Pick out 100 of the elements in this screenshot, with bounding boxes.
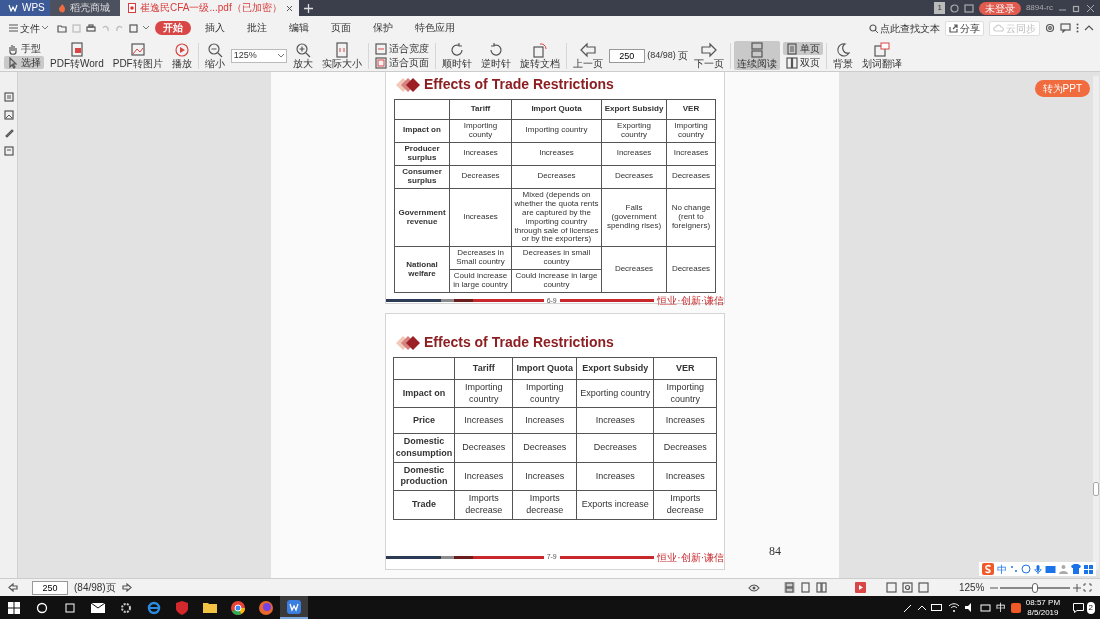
pdf-file-icon	[128, 3, 136, 13]
battery-icon[interactable]	[930, 604, 943, 611]
wifi-icon[interactable]	[947, 603, 960, 612]
two-pages-icon[interactable]	[815, 582, 827, 593]
page-number-field[interactable]: 250	[32, 580, 68, 595]
collapse-icon[interactable]	[1084, 25, 1094, 31]
task-view-icon[interactable]	[64, 601, 76, 614]
document-tab[interactable]: 稻壳商城	[50, 0, 120, 16]
table-cell: Importing country	[653, 379, 717, 408]
login-button[interactable]: 未登录	[978, 1, 1021, 15]
table-cell: Decreases	[576, 433, 654, 463]
toolbar-button[interactable]: 划词翻译	[859, 40, 906, 71]
toolbar-button[interactable]: PDF转Word	[47, 40, 107, 71]
firefox-browser-icon[interactable]	[259, 600, 273, 615]
table-cell: Importing country	[512, 379, 577, 408]
toolbar-button[interactable]: 缩小	[201, 40, 228, 71]
zoom-in-icon[interactable]	[1072, 583, 1081, 592]
eye-icon[interactable]	[747, 583, 760, 592]
file-menu[interactable]: 文件	[6, 21, 51, 35]
actual-size-icon[interactable]	[917, 582, 929, 593]
play-icon[interactable]	[854, 582, 866, 593]
toolbar-button[interactable]: 下一页	[691, 40, 728, 71]
close-icon[interactable]	[1086, 3, 1095, 13]
search-text-button[interactable]: 点此查找文本	[868, 20, 940, 36]
toolbar-button[interactable]: 上一页	[569, 40, 606, 71]
share-button[interactable]: 分享	[945, 20, 984, 36]
caret-icon[interactable]	[143, 26, 149, 30]
fullscreen-icon[interactable]	[1083, 583, 1092, 592]
search-icon[interactable]	[36, 601, 48, 614]
toolbar-button[interactable]: 旋转文档	[516, 40, 563, 71]
toolbar-button[interactable]: 单页	[783, 42, 824, 55]
next-page-icon[interactable]	[121, 583, 132, 592]
toolbar-button[interactable]: 双页	[783, 56, 824, 69]
ribbon-tab[interactable]: 保护	[365, 21, 401, 35]
zoom-select[interactable]: 125%	[230, 48, 287, 63]
print-icon[interactable]	[86, 23, 96, 33]
settings-icon[interactable]	[1045, 23, 1055, 33]
zoom-slider-thumb[interactable]	[1032, 582, 1038, 593]
toolbar-button[interactable]: 播放	[168, 40, 195, 71]
ribbon-tab[interactable]: 编辑	[281, 21, 317, 35]
toolbar-button[interactable]: 顺时针	[438, 40, 475, 71]
restore-icon[interactable]	[1072, 3, 1081, 13]
toolbar-button[interactable]: 选择	[4, 56, 44, 69]
toolbar-button[interactable]: PDF转图片	[109, 40, 166, 71]
fit-width-icon[interactable]	[885, 582, 897, 593]
table-cell: Could increase in large country	[449, 269, 512, 293]
shirt-icon[interactable]	[1071, 564, 1081, 574]
notification-icon[interactable]	[1073, 602, 1085, 613]
toolbar-button[interactable]: 背景	[830, 40, 857, 71]
punctuation-icon[interactable]	[1010, 564, 1018, 574]
single-page-icon[interactable]	[799, 582, 811, 593]
previous-page-icon[interactable]	[8, 583, 18, 592]
close-icon[interactable]	[285, 4, 293, 12]
toolbar-button[interactable]: 放大	[289, 40, 316, 71]
page-number-field[interactable]: 250	[608, 48, 645, 63]
ribbon-tab[interactable]: 开始	[155, 21, 191, 35]
ime-mode[interactable]: 中	[997, 561, 1007, 577]
browser-e-icon[interactable]	[147, 600, 161, 615]
grid-icon[interactable]	[1084, 564, 1093, 574]
toolbar-button[interactable]: 逆时针	[477, 40, 514, 71]
shield-icon[interactable]	[176, 600, 188, 615]
mail-icon[interactable]	[91, 602, 105, 613]
zoom-in-icon	[294, 41, 311, 58]
ribbon-tab[interactable]: 页面	[323, 21, 359, 35]
more-icon[interactable]	[1076, 23, 1079, 33]
fit-page-icon[interactable]	[901, 582, 913, 593]
document-tab[interactable]: 崔逸民CFA一级...pdf（已加密）	[120, 0, 299, 16]
table-cell: Increases	[449, 142, 512, 166]
taskbar-app-button[interactable]	[280, 596, 308, 619]
ime-indicator[interactable]: 中	[995, 600, 1006, 615]
cloud-icon	[993, 24, 1004, 32]
emoji-icon[interactable]	[1021, 564, 1031, 574]
notes-icon[interactable]	[3, 146, 14, 156]
open-folder-icon[interactable]	[57, 23, 67, 33]
toolbar-button[interactable]: 连续阅读	[734, 40, 781, 71]
table-cell: Imports decrease	[512, 490, 577, 519]
add-tab-icon[interactable]	[303, 3, 313, 13]
toolbar-button[interactable]: 手型	[4, 42, 44, 55]
continuous-pages-icon[interactable]	[783, 582, 795, 593]
scrollbar-thumb[interactable]	[1093, 482, 1099, 496]
toolbar-button[interactable]: 适合页面	[371, 56, 432, 69]
document-tab[interactable]: WPS	[0, 0, 50, 16]
ribbon-tab[interactable]: 特色应用	[407, 21, 463, 35]
toolbar-button[interactable]: 适合宽度	[371, 42, 432, 55]
caret-up-icon[interactable]	[917, 605, 926, 610]
user-id: 8894-rc	[1025, 2, 1053, 14]
ribbon-tab[interactable]: 插入	[197, 21, 233, 35]
thumbnails-icon[interactable]	[3, 92, 14, 102]
table-cell: Decreases	[601, 165, 667, 189]
microphone-icon[interactable]	[1034, 564, 1042, 574]
page-count: (84/98)	[647, 48, 676, 62]
folder-icon[interactable]	[203, 602, 217, 613]
keyboard-icon[interactable]	[1045, 564, 1056, 574]
column-header: Tariff	[454, 357, 513, 380]
toolbar-button[interactable]: 实际大小	[318, 40, 365, 71]
image-icon[interactable]	[3, 110, 14, 120]
comment-icon[interactable]	[1060, 23, 1071, 33]
ribbon-tab[interactable]: 批注	[239, 21, 275, 35]
notification-count: 2	[1086, 601, 1095, 614]
chrome-browser-icon[interactable]	[231, 600, 245, 615]
